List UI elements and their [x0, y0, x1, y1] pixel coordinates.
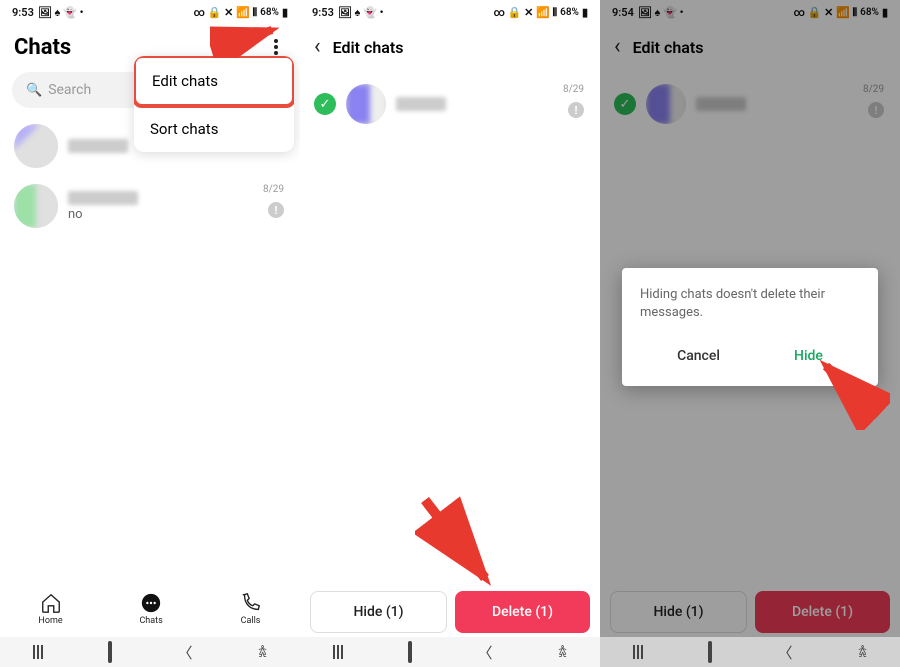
bottom-nav: Home Chats Calls	[0, 581, 300, 637]
status-time: 9:53	[312, 6, 334, 19]
battery-icon: ▮	[582, 7, 588, 18]
back-button[interactable]: 〈	[477, 642, 492, 663]
system-nav-bar: 〈 𖠋	[300, 637, 600, 667]
status-bar: 9:53 🖼 ♠ 👻 • ∞ 🔒 ✕ 📶 ⫴ 68% ▮	[300, 0, 600, 24]
dialog-message: Hiding chats doesn't delete their messag…	[640, 286, 860, 322]
search-placeholder: Search	[48, 82, 91, 98]
battery-pct: 68%	[560, 7, 579, 18]
home-button[interactable]	[408, 643, 412, 661]
hide-confirm-button[interactable]: Hide	[778, 340, 839, 372]
chat-preview: no	[68, 207, 286, 222]
chat-row-selected[interactable]: ✓ 8/29 !	[300, 76, 600, 132]
back-button[interactable]: 〈	[777, 642, 792, 663]
chat-name-redacted	[396, 97, 446, 111]
checkmark-icon[interactable]: ✓	[314, 93, 336, 115]
chat-alert-badge: !	[268, 202, 284, 218]
status-time: 9:53	[12, 6, 34, 19]
screenshot-panel-3: 9:54 🖼 ♠ 👻 • ∞ 🔒 ✕ 📶 ⫴ 68% ▮ ‹ Edit chat…	[600, 0, 900, 667]
options-dropdown: Edit chats Sort chats	[134, 56, 294, 152]
delete-button[interactable]: Delete (1)	[455, 591, 590, 633]
accessibility-button[interactable]: 𖠋	[558, 642, 567, 662]
home-button[interactable]	[708, 643, 712, 661]
avatar	[346, 84, 386, 124]
chat-row[interactable]: no 8/29 !	[0, 176, 300, 236]
system-nav-bar: 〈 𖠋	[0, 637, 300, 667]
menu-sort-chats[interactable]: Sort chats	[134, 106, 294, 152]
status-left-icons: 🖼 ♠ 👻 •	[338, 7, 384, 18]
battery-pct: 68%	[260, 7, 279, 18]
hide-confirm-dialog: Hiding chats doesn't delete their messag…	[622, 268, 878, 386]
home-button[interactable]	[108, 643, 112, 661]
cancel-button[interactable]: Cancel	[661, 340, 736, 372]
battery-icon: ▮	[282, 7, 288, 18]
chat-name-redacted	[68, 191, 138, 205]
status-left-icons: 🖼 ♠ 👻 •	[38, 7, 84, 18]
screenshot-panel-2: 9:53 🖼 ♠ 👻 • ∞ 🔒 ✕ 📶 ⫴ 68% ▮ ‹ Edit chat…	[300, 0, 600, 667]
search-icon: 🔍	[26, 83, 42, 98]
nav-label: Chats	[139, 616, 162, 626]
more-menu-button[interactable]	[266, 37, 286, 57]
nav-calls[interactable]: Calls	[240, 592, 262, 626]
home-icon	[40, 592, 62, 614]
nav-label: Home	[38, 616, 62, 626]
chat-alert-badge: !	[568, 102, 584, 118]
phone-icon	[240, 592, 262, 614]
nav-home[interactable]: Home	[38, 592, 62, 626]
accessibility-button[interactable]: 𖠋	[258, 642, 267, 662]
screenshot-panel-1: 9:53 🖼 ♠ 👻 • ∞ 🔒 ✕ 📶 ⫴ 68% ▮ Chats 🔍 Sea…	[0, 0, 300, 667]
recents-button[interactable]	[333, 645, 343, 659]
annotation-arrow	[415, 490, 505, 600]
system-nav-bar: 〈 𖠋	[600, 637, 900, 667]
chat-icon	[140, 592, 162, 614]
page-title: Chats	[14, 35, 71, 60]
menu-edit-chats[interactable]: Edit chats	[134, 56, 294, 108]
page-title: Edit chats	[333, 38, 404, 57]
avatar	[14, 124, 58, 168]
edit-header: ‹ Edit chats	[300, 24, 600, 70]
chat-date: 8/29	[563, 84, 584, 95]
nav-chats[interactable]: Chats	[139, 592, 162, 626]
nav-label: Calls	[241, 616, 261, 626]
status-right-icons: ∞ 🔒 ✕ 📶 ⫴	[193, 7, 257, 18]
chat-date: 8/29	[263, 184, 284, 195]
status-bar: 9:53 🖼 ♠ 👻 • ∞ 🔒 ✕ 📶 ⫴ 68% ▮	[0, 0, 300, 24]
back-button[interactable]: 〈	[177, 642, 192, 663]
accessibility-button[interactable]: 𖠋	[858, 642, 867, 662]
chat-name-redacted	[68, 139, 128, 153]
recents-button[interactable]	[633, 645, 643, 659]
action-bar: Hide (1) Delete (1)	[300, 587, 600, 637]
status-right-icons: ∞ 🔒 ✕ 📶 ⫴	[493, 7, 557, 18]
back-chevron-icon[interactable]: ‹	[314, 36, 321, 58]
avatar	[14, 184, 58, 228]
recents-button[interactable]	[33, 645, 43, 659]
hide-button[interactable]: Hide (1)	[310, 591, 447, 633]
